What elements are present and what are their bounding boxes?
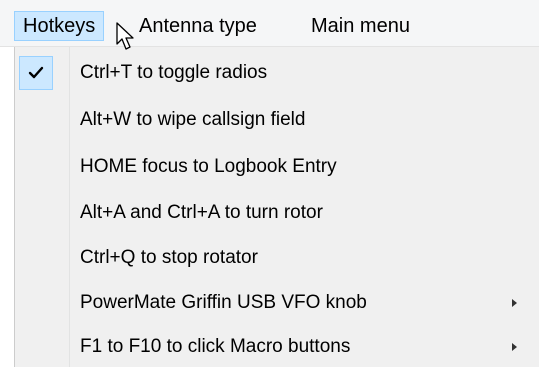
submenu-arrow-icon: [512, 343, 517, 351]
menu-bar: Hotkeys Antenna type Main menu: [0, 0, 539, 47]
menu-item-label: Alt+A and Ctrl+A to turn rotor: [80, 202, 323, 223]
submenu-arrow-icon: [512, 299, 517, 307]
menu-item-toggle-radios[interactable]: Ctrl+T to toggle radios: [15, 55, 539, 91]
menu-item-stop-rotator[interactable]: Ctrl+Q to stop rotator: [15, 240, 539, 276]
hotkeys-dropdown-menu: Ctrl+T to toggle radios Alt+W to wipe ca…: [14, 47, 539, 367]
check-icon: [28, 66, 44, 79]
menu-item-label: Alt+W to wipe callsign field: [80, 109, 306, 130]
menu-hotkeys[interactable]: Hotkeys: [14, 11, 105, 41]
menu-item-wipe-callsign[interactable]: Alt+W to wipe callsign field: [15, 102, 539, 138]
menu-item-label: HOME focus to Logbook Entry: [80, 156, 337, 177]
menu-antenna-type[interactable]: Antenna type: [131, 11, 265, 41]
menu-item-label: Ctrl+T to toggle radios: [80, 62, 268, 83]
menu-item-powermate-knob[interactable]: PowerMate Griffin USB VFO knob: [15, 285, 539, 321]
mouse-pointer-icon: [116, 22, 134, 50]
menu-item-focus-logbook[interactable]: HOME focus to Logbook Entry: [15, 149, 539, 185]
menu-item-label: PowerMate Griffin USB VFO knob: [80, 292, 367, 313]
menu-item-label: F1 to F10 to click Macro buttons: [80, 336, 351, 357]
menu-item-label: Ctrl+Q to stop rotator: [80, 247, 258, 268]
check-highlight: [19, 56, 53, 90]
menu-item-turn-rotor[interactable]: Alt+A and Ctrl+A to turn rotor: [15, 195, 539, 231]
menu-main-menu[interactable]: Main menu: [303, 11, 418, 41]
menu-item-macro-buttons[interactable]: F1 to F10 to click Macro buttons: [15, 329, 539, 365]
